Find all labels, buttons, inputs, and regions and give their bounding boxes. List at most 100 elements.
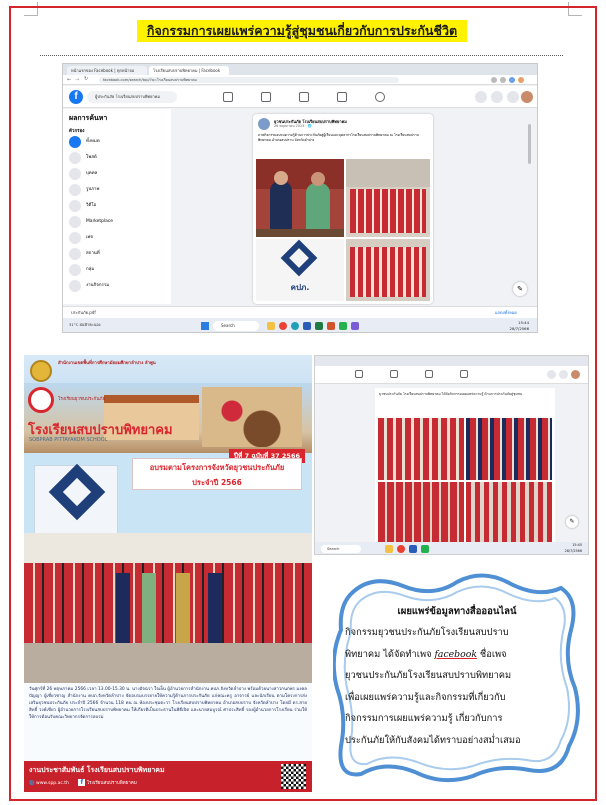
sidebar-item-marketplace[interactable]: Marketplace (69, 215, 167, 229)
chrome-icon[interactable] (279, 322, 287, 330)
home-icon[interactable] (223, 92, 233, 102)
browser-tab-strip: หน้าแรกของ Facebook | ทุกหน้าจอ โรงเรียน… (63, 64, 537, 75)
post-photo-teachers[interactable] (256, 159, 344, 237)
callout-title: เผยแพร่ข้อมูลทางสื่อออนไลน์ (397, 606, 517, 617)
sidebar-heading: ผลการค้นหา (69, 114, 108, 122)
reload-icon[interactable]: ↻ (84, 76, 88, 82)
clock-date: 28/7/2566 (509, 326, 529, 331)
line-icon[interactable] (339, 322, 347, 330)
callout-line-2-start: พิทยาคม ได้จัดทำเพจ (345, 648, 435, 660)
taskbar-search[interactable]: Search (213, 321, 259, 331)
ministry-seal (30, 360, 52, 382)
word-icon[interactable] (409, 545, 417, 553)
show-all-link[interactable]: แสดงทั้งหมด (495, 309, 517, 316)
sidebar-item-places[interactable]: สถานที่ (69, 247, 167, 261)
sidebar-item-groups[interactable]: กลุ่ม (69, 263, 167, 277)
file-explorer-icon[interactable] (267, 322, 275, 330)
store-icon[interactable] (351, 322, 359, 330)
clock-date: 28/7/2566 (564, 548, 582, 553)
windows-start-icon[interactable] (201, 322, 209, 330)
school-name-english: SOBPRAB PITTAYAKOM SCHOOL (29, 437, 108, 443)
excel-icon[interactable] (315, 322, 323, 330)
profile-avatar[interactable] (571, 370, 580, 379)
video-icon[interactable] (390, 370, 398, 378)
post-photo-3[interactable] (378, 482, 464, 544)
document-page: กิจกรรมการเผยแพร่ความรู้สู่ชุมชนเกี่ยวกั… (0, 0, 606, 805)
profile-avatar[interactable] (521, 91, 533, 103)
page-heading: กิจกรรมการเผยแพร่ความรู้สู่ชุมชนเกี่ยวกั… (137, 20, 467, 42)
website-link[interactable]: www.spp.ac.th (36, 781, 69, 786)
home-icon[interactable] (355, 370, 363, 378)
facebook-top-bar (315, 366, 588, 384)
groups-icon[interactable] (337, 92, 347, 102)
post-photo-logo[interactable]: คปภ. (256, 239, 344, 301)
post-photo-group[interactable] (346, 159, 430, 237)
poster-footer: งานประชาสัมพันธ์ โรงเรียนสบปราบพิทยาคม 🌐… (24, 761, 312, 792)
notifications-icon[interactable] (507, 91, 519, 103)
sidebar-item-people[interactable]: บุคคล (69, 167, 167, 181)
sidebar-item-videos[interactable]: วิดีโอ (69, 199, 167, 213)
weather-widget[interactable]: 31°C ฝนฟ้าคะนอง (69, 322, 101, 328)
browser-tab[interactable]: หน้าแรกของ Facebook | ทุกหน้าจอ (67, 66, 147, 75)
groups-icon[interactable] (460, 370, 468, 378)
horse-cart-image (202, 387, 302, 447)
edit-icon[interactable]: ✎ (566, 516, 578, 528)
scrollbar[interactable] (528, 124, 531, 164)
callout-line-3: ยุวชนประกันภัยโรงเรียนสบปราบพิทยาคม (345, 670, 512, 681)
post-photo-2[interactable] (466, 418, 552, 480)
marketplace-icon[interactable] (299, 92, 309, 102)
qr-code (281, 764, 306, 789)
edit-icon[interactable]: ✎ (513, 282, 527, 296)
search-results-sidebar: ผลการค้นหา ตัวกรอง ทั้งหมด โพสต์ บุคคล ร… (63, 109, 171, 304)
facebook-word: facebook (434, 648, 477, 660)
sidebar-item-all[interactable]: ทั้งหมด (69, 135, 167, 149)
line-icon[interactable] (421, 545, 429, 553)
sidebar-item-pages[interactable]: เพจ (69, 231, 167, 245)
oic-logo-text: คปภ. (290, 283, 310, 292)
post-photo-1[interactable] (378, 418, 464, 480)
agency-line: สำนักงานเขตพื้นที่การศึกษามัธยมศึกษาลำปา… (58, 361, 156, 366)
poster-caption: วันศุกร์ที่ 26 พฤษภาคม 2566 เวลา 13.00-1… (24, 683, 312, 761)
menu-grid-icon[interactable] (547, 370, 556, 379)
messenger-icon[interactable] (559, 370, 568, 379)
groups-icon (69, 264, 81, 276)
all-results-icon (69, 136, 81, 148)
facebook-icon: f (78, 779, 86, 786)
footer-contacts: 🌐 www.spp.ac.th f โรงเรียนสบปราบพิทยาคม (29, 779, 137, 786)
messenger-icon[interactable] (491, 91, 503, 103)
callout-line-6: ประกันภัยให้กับสังคมได้ทราบอย่างสม่ำเสมอ (345, 734, 521, 746)
browser-tab[interactable]: โรงเรียนสบปราบพิทยาคม | Facebook (149, 66, 229, 75)
facebook-search-input[interactable]: ผู้ประกันภัย โรงเรียนสบปราบพิทยาคม (87, 91, 177, 103)
powerpoint-icon[interactable] (327, 322, 335, 330)
chrome-icon[interactable] (397, 545, 405, 553)
url-field[interactable]: facebook.com/search/top/?q=โรงเรียนสบปรา… (99, 77, 399, 83)
flag-icon (69, 232, 81, 244)
taskbar-search[interactable]: Search (321, 545, 361, 553)
group-photo (24, 533, 312, 683)
marketplace-icon[interactable] (425, 370, 433, 378)
sidebar-item-posts[interactable]: โพสต์ (69, 151, 167, 165)
post-photo-students[interactable] (346, 239, 430, 301)
download-file[interactable]: ประกันภัย.pdf (71, 309, 96, 316)
training-banner: อบรมตามโครงการจังหวัดยุวชนประกันภัย ประจ… (132, 458, 302, 490)
sidebar-item-events[interactable]: งานกิจกรรม (69, 279, 167, 293)
video-icon[interactable] (261, 92, 271, 102)
menu-grid-icon[interactable] (475, 91, 487, 103)
post-photo-4[interactable] (466, 482, 552, 544)
facebook-logo-icon[interactable]: f (69, 90, 83, 104)
facebook-page-link[interactable]: โรงเรียนสบปราบพิทยาคม (87, 781, 137, 786)
word-icon[interactable] (303, 322, 311, 330)
post-text: ยุวชนประกันภัย โรงเรียนสบปราบพิทยาคม ได้… (379, 392, 523, 396)
page-avatar[interactable] (258, 118, 270, 130)
back-icon[interactable]: ← (67, 77, 71, 83)
edge-icon[interactable] (291, 322, 299, 330)
file-explorer-icon[interactable] (385, 545, 393, 553)
download-bar: ประกันภัย.pdf แสดงทั้งหมด (63, 306, 537, 318)
sidebar-item-photos[interactable]: รูปภาพ (69, 183, 167, 197)
forward-icon[interactable]: → (75, 77, 79, 83)
extension-icons[interactable] (491, 77, 531, 83)
filter-label: ตัวกรอง (69, 129, 85, 134)
callout-line-4: เพื่อเผยแพร่ความรู้และกิจกรรมที่เกี่ยวกั… (345, 691, 506, 703)
gaming-icon[interactable] (375, 92, 385, 102)
banner-line-2: ประจำปี 2566 (192, 478, 242, 487)
